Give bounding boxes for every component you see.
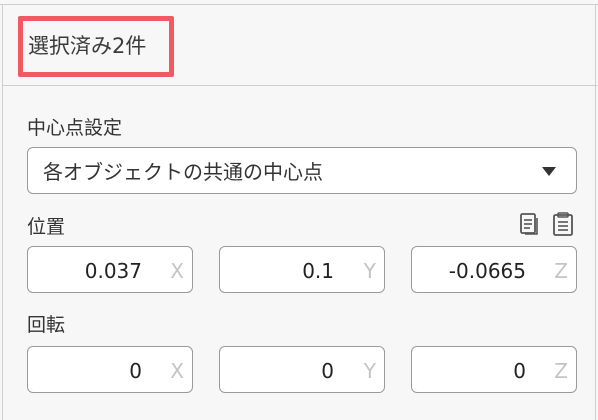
panel-top-border <box>0 4 598 5</box>
rotation-z-field[interactable]: 0 Z <box>411 346 577 393</box>
axis-y-label: Y <box>363 259 376 283</box>
axis-x-label: X <box>170 359 184 383</box>
panel-left-border <box>2 4 3 420</box>
pivot-dropdown[interactable]: 各オブジェクトの共通の中心点 <box>27 147 577 194</box>
selection-count-label: 選択済み2件 <box>28 34 147 58</box>
position-y-value: 0.1 <box>302 259 334 283</box>
chevron-down-icon <box>542 167 556 176</box>
position-label: 位置 <box>27 216 66 238</box>
position-z-value: -0.0665 <box>448 259 526 283</box>
position-x-value: 0.037 <box>84 259 142 283</box>
rotation-y-value: 0 <box>321 359 334 383</box>
axis-y-label: Y <box>363 359 376 383</box>
pivot-dropdown-value: 各オブジェクトの共通の中心点 <box>43 160 323 184</box>
rotation-z-value: 0 <box>513 359 526 383</box>
rotation-x-field[interactable]: 0 X <box>27 346 193 393</box>
position-y-field[interactable]: 0.1 Y <box>219 246 385 293</box>
position-z-field[interactable]: -0.0665 Z <box>411 246 577 293</box>
paste-icon[interactable] <box>552 212 574 236</box>
panel-right-border <box>595 4 596 420</box>
axis-z-label: Z <box>554 359 568 383</box>
header-divider <box>2 85 598 86</box>
copy-icon[interactable] <box>519 212 541 236</box>
rotation-x-value: 0 <box>129 359 142 383</box>
axis-z-label: Z <box>554 259 568 283</box>
transform-panel: 選択済み2件 中心点設定 各オブジェクトの共通の中心点 位置 0.037 X 0… <box>0 0 598 420</box>
axis-x-label: X <box>170 259 184 283</box>
position-x-field[interactable]: 0.037 X <box>27 246 193 293</box>
pivot-setting-label: 中心点設定 <box>27 117 123 139</box>
rotation-label: 回転 <box>27 314 66 336</box>
rotation-y-field[interactable]: 0 Y <box>219 346 385 393</box>
